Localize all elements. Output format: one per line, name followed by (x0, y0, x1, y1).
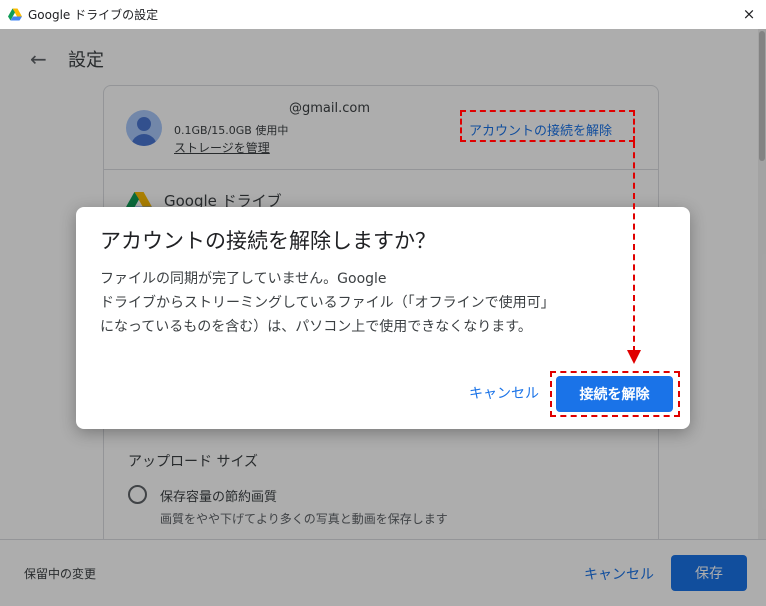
dialog-message-line: になっているものを含む）は、パソコン上で使用できなくなります。 (100, 319, 532, 335)
dialog-cancel-button[interactable]: キャンセル (469, 383, 539, 403)
dialog-title: アカウントの接続を解除しますか？ (100, 229, 436, 253)
close-icon[interactable]: × (740, 5, 758, 23)
dialog-message: ファイルの同期が完了していません。Google ドライブからストリーミングしてい… (100, 267, 660, 339)
google-drive-icon (8, 8, 22, 21)
annotation-arrow-head-icon (627, 350, 641, 364)
annotation-box-disconnect-button (550, 371, 680, 417)
dialog-message-line: ファイルの同期が完了していません。Google (100, 271, 387, 287)
annotation-arrow-line (633, 142, 635, 352)
window-title: Google ドライブの設定 (28, 8, 159, 22)
dialog-message-line: ドライブからストリーミングしているファイル（「オフラインで使用可」 (100, 295, 555, 311)
annotation-box-disconnect-link (460, 110, 635, 142)
window-titlebar: Google ドライブの設定 × (0, 0, 766, 29)
